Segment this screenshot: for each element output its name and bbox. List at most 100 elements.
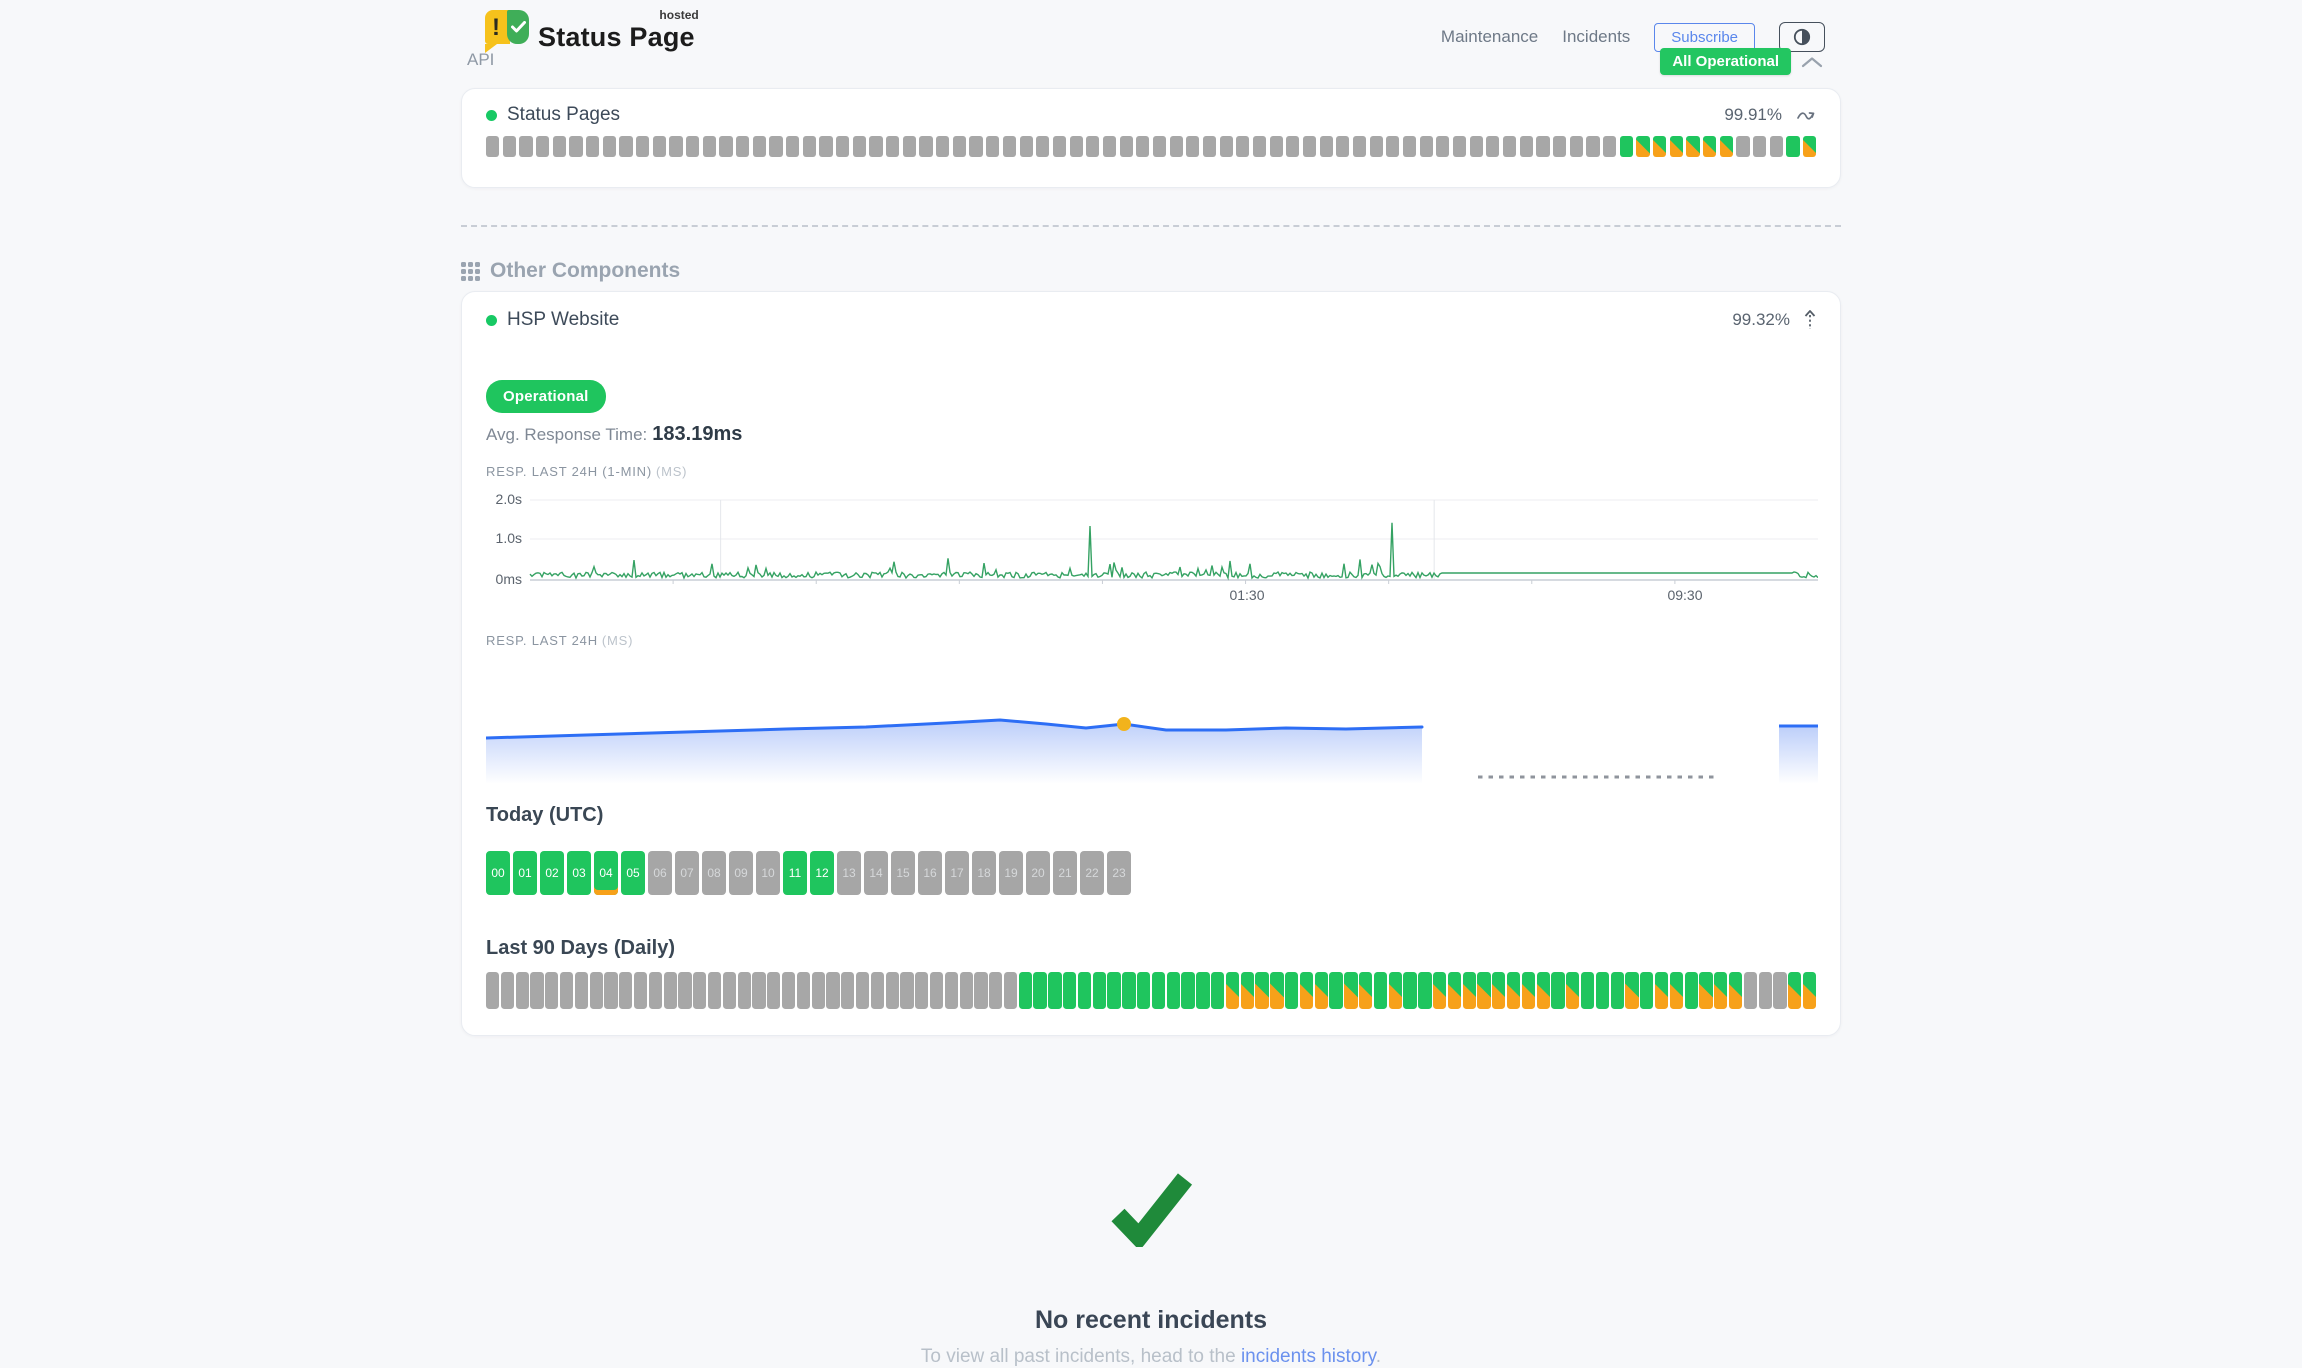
uptime-bar[interactable] [1137, 972, 1150, 1009]
uptime-bar[interactable] [1286, 136, 1299, 157]
uptime-bar[interactable] [1329, 972, 1342, 1009]
uptime-bar[interactable] [1537, 972, 1550, 1009]
uptime-bar[interactable] [1003, 136, 1016, 157]
uptime-bar[interactable] [960, 972, 973, 1009]
uptime-bar[interactable] [1403, 972, 1416, 1009]
uptime-bar[interactable] [530, 972, 543, 1009]
uptime-bar[interactable] [1300, 972, 1313, 1009]
uptime-bar[interactable] [678, 972, 691, 1009]
uptime-bar[interactable] [945, 972, 958, 1009]
uptime-bar[interactable] [1136, 136, 1149, 157]
uptime-bar[interactable] [1620, 136, 1633, 157]
uptime-bar[interactable] [886, 136, 899, 157]
uptime-bar[interactable] [1270, 972, 1283, 1009]
uptime-bar[interactable] [1670, 972, 1683, 1009]
hour-box[interactable]: 13 [837, 851, 861, 895]
uptime-bar[interactable] [1655, 972, 1668, 1009]
uptime-bar[interactable] [969, 136, 982, 157]
uptime-bar[interactable] [797, 972, 810, 1009]
hour-box[interactable]: 17 [945, 851, 969, 895]
uptime-bar[interactable] [1636, 136, 1649, 157]
nav-incidents[interactable]: Incidents [1562, 27, 1630, 47]
uptime-bar[interactable] [1522, 972, 1535, 1009]
hour-box[interactable]: 18 [972, 851, 996, 895]
hour-box[interactable]: 08 [702, 851, 726, 895]
uptime-bar[interactable] [786, 136, 799, 157]
uptime-bar[interactable] [519, 136, 532, 157]
uptime-bar[interactable] [886, 972, 899, 1009]
uptime-bar[interactable] [1436, 136, 1449, 157]
uptime-bar[interactable] [1744, 972, 1757, 1009]
uptime-bar[interactable] [767, 972, 780, 1009]
uptime-bar[interactable] [1453, 136, 1466, 157]
hour-box[interactable]: 22 [1080, 851, 1104, 895]
uptime-bar[interactable] [953, 136, 966, 157]
uptime-bar[interactable] [1203, 136, 1216, 157]
uptime-bar[interactable] [1596, 972, 1609, 1009]
uptime-bar[interactable] [1720, 136, 1733, 157]
uptime-bar[interactable] [1670, 136, 1683, 157]
uptime-bar[interactable] [1241, 972, 1254, 1009]
uptime-bar[interactable] [1320, 136, 1333, 157]
uptime-bar[interactable] [1699, 972, 1712, 1009]
uptime-bar[interactable] [1086, 136, 1099, 157]
uptime-bar[interactable] [1211, 972, 1224, 1009]
uptime-bar[interactable] [871, 972, 884, 1009]
uptime-bar[interactable] [603, 136, 616, 157]
uptime-bar[interactable] [604, 972, 617, 1009]
hour-box[interactable]: 15 [891, 851, 915, 895]
uptime-bar[interactable] [723, 972, 736, 1009]
uptime-bar[interactable] [856, 972, 869, 1009]
uptime-bar[interactable] [1374, 972, 1387, 1009]
uptime-bar[interactable] [1303, 136, 1316, 157]
uptime-bar[interactable] [486, 972, 499, 1009]
uptime-bar[interactable] [669, 136, 682, 157]
uptime-bar[interactable] [719, 136, 732, 157]
uptime-bar[interactable] [1536, 136, 1549, 157]
uptime-bar[interactable] [1036, 136, 1049, 157]
hour-box[interactable]: 07 [675, 851, 699, 895]
uptime-bar[interactable] [1759, 972, 1772, 1009]
hour-box[interactable]: 09 [729, 851, 753, 895]
uptime-bar[interactable] [915, 972, 928, 1009]
uptime-bar[interactable] [803, 136, 816, 157]
uptime-bar[interactable] [1788, 972, 1801, 1009]
uptime-bar[interactable] [812, 972, 825, 1009]
uptime-bar[interactable] [1093, 972, 1106, 1009]
uptime-bar[interactable] [1686, 136, 1699, 157]
uptime-bar[interactable] [1418, 972, 1431, 1009]
uptime-bar[interactable] [826, 972, 839, 1009]
uptime-bar[interactable] [819, 136, 832, 157]
uptime-bar[interactable] [1220, 136, 1233, 157]
uptime-bar[interactable] [1570, 136, 1583, 157]
uptime-bar[interactable] [1477, 972, 1490, 1009]
uptime-bar[interactable] [1285, 972, 1298, 1009]
hour-box[interactable]: 00 [486, 851, 510, 895]
uptime-bar[interactable] [575, 972, 588, 1009]
uptime-bar[interactable] [1448, 972, 1461, 1009]
uptime-bar[interactable] [869, 136, 882, 157]
incidents-history-link[interactable]: incidents history [1241, 1346, 1376, 1367]
uptime-bar[interactable] [853, 136, 866, 157]
uptime-bar[interactable] [1403, 136, 1416, 157]
uptime-bar[interactable] [1004, 972, 1017, 1009]
uptime-bar[interactable] [1653, 136, 1666, 157]
uptime-bar[interactable] [753, 136, 766, 157]
uptime-bar[interactable] [900, 972, 913, 1009]
uptime-bar[interactable] [569, 136, 582, 157]
hour-box[interactable]: 10 [756, 851, 780, 895]
uptime-bar[interactable] [1611, 972, 1624, 1009]
uptime-bar[interactable] [516, 972, 529, 1009]
uptime-bar[interactable] [1463, 972, 1476, 1009]
uptime-bar[interactable] [1386, 136, 1399, 157]
uptime-bar[interactable] [930, 972, 943, 1009]
uptime-bar[interactable] [1336, 136, 1349, 157]
hour-box[interactable]: 01 [513, 851, 537, 895]
uptime-bar[interactable] [649, 972, 662, 1009]
uptime-bar[interactable] [1122, 972, 1135, 1009]
uptime-bar[interactable] [1803, 136, 1816, 157]
uptime-bar[interactable] [1553, 136, 1566, 157]
uptime-bar[interactable] [703, 136, 716, 157]
uptime-bar[interactable] [560, 972, 573, 1009]
uptime-bar[interactable] [1581, 972, 1594, 1009]
